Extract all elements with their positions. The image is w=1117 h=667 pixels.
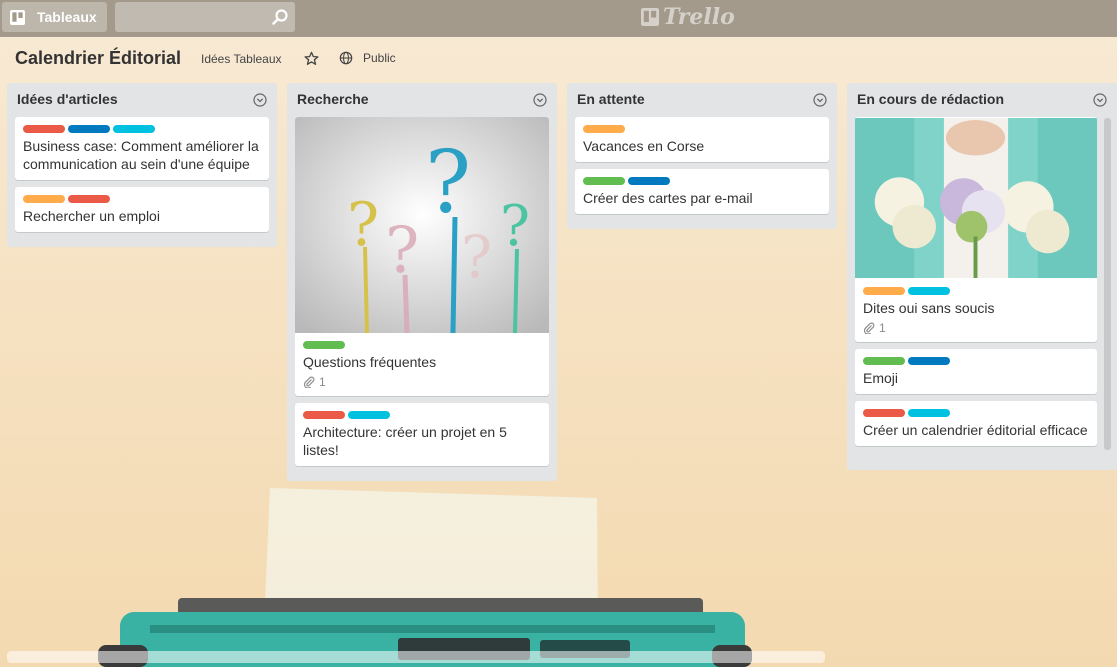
typewriter-background-image: [98, 488, 752, 667]
card-title: Emoji: [863, 370, 899, 386]
chevron-down-icon[interactable]: [533, 93, 547, 107]
list-title[interactable]: Recherche: [297, 91, 369, 107]
label-red: [303, 411, 345, 419]
card-labels: [863, 287, 1089, 295]
bridesmaids-bouquets-cover-image: [855, 117, 1097, 279]
card-labels: [583, 125, 821, 133]
card[interactable]: Rechercher un emploi: [15, 187, 269, 232]
trello-logo-text: Trello: [663, 4, 735, 30]
list-title[interactable]: Idées d'articles: [17, 91, 118, 107]
label-sky: [908, 287, 950, 295]
visibility-button[interactable]: Public: [339, 51, 396, 65]
card-title: Vacances en Corse: [583, 138, 705, 154]
card[interactable]: Emoji: [855, 349, 1097, 394]
card-labels: [23, 195, 261, 203]
label-sky: [908, 409, 950, 417]
svg-text:?: ?: [461, 223, 492, 291]
attachment-badge: 1: [863, 321, 1089, 335]
card[interactable]: Vacances en Corse: [575, 117, 829, 162]
top-bar: Tableaux Trello: [0, 0, 1117, 37]
chevron-down-icon[interactable]: [813, 93, 827, 107]
card-labels: [303, 341, 541, 349]
card-title: Rechercher un emploi: [23, 208, 160, 224]
label-green: [863, 357, 905, 365]
list-title[interactable]: En attente: [577, 91, 645, 107]
label-sky: [348, 411, 390, 419]
trello-logo-icon: [641, 8, 659, 26]
list-vertical-scrollbar[interactable]: [1104, 118, 1111, 450]
label-red: [23, 125, 65, 133]
search-input[interactable]: [115, 2, 295, 32]
list-en-cours-de-redaction: En cours de rédaction Dites oui sans sou…: [847, 83, 1117, 470]
trello-logo[interactable]: Trello: [641, 4, 735, 30]
attachment-count: 1: [879, 321, 886, 335]
card[interactable]: ? ? ? ? ? Questions fréquentes 1: [295, 117, 549, 396]
label-blue: [68, 125, 110, 133]
list-recherche: Recherche ? ? ? ? ? Questions fréquentes…: [287, 83, 557, 481]
board-team-link[interactable]: Idées Tableaux: [201, 52, 282, 66]
list-header: Recherche: [287, 83, 557, 117]
list-header: En attente: [567, 83, 837, 117]
svg-text:?: ?: [385, 214, 419, 288]
label-red: [863, 409, 905, 417]
label-sky: [113, 125, 155, 133]
label-green: [303, 341, 345, 349]
paperclip-icon: [303, 376, 315, 388]
card[interactable]: Business case: Comment améliorer la comm…: [15, 117, 269, 180]
label-orange: [583, 125, 625, 133]
visibility-label: Public: [363, 51, 396, 65]
paperclip-icon: [863, 322, 875, 334]
card-title: Questions fréquentes: [303, 354, 437, 370]
card-title: Business case: Comment améliorer la comm…: [23, 138, 259, 172]
star-icon[interactable]: [304, 51, 319, 66]
card[interactable]: Dites oui sans soucis 1: [855, 117, 1097, 342]
globe-icon: [339, 51, 353, 65]
boards-button[interactable]: Tableaux: [2, 2, 107, 32]
card-title: Créer un calendrier éditorial efficace: [863, 422, 1088, 438]
card-labels: [303, 411, 541, 419]
question-marks-cover-image: ? ? ? ? ?: [295, 117, 549, 333]
card-title: Dites oui sans soucis: [863, 300, 995, 316]
card-title: Créer des cartes par e-mail: [583, 190, 753, 206]
card[interactable]: Créer des cartes par e-mail: [575, 169, 829, 214]
svg-text:?: ?: [425, 133, 471, 233]
card[interactable]: Créer un calendrier éditorial efficace: [855, 401, 1097, 446]
label-green: [583, 177, 625, 185]
attachment-badge: 1: [303, 375, 541, 389]
card[interactable]: Architecture: créer un projet en 5 liste…: [295, 403, 549, 466]
card-labels: [23, 125, 261, 133]
card-labels: [863, 357, 1089, 365]
card-title: Architecture: créer un projet en 5 liste…: [303, 424, 507, 458]
list-title[interactable]: En cours de rédaction: [857, 91, 1004, 107]
label-orange: [23, 195, 65, 203]
card-labels: [583, 177, 821, 185]
label-blue: [628, 177, 670, 185]
chevron-down-icon[interactable]: [253, 93, 267, 107]
list-header: En cours de rédaction: [847, 83, 1117, 117]
list-en-attente: En attente Vacances en Corse Créer des c…: [567, 83, 837, 229]
boards-button-label: Tableaux: [37, 9, 97, 25]
board-title[interactable]: Calendrier Éditorial: [15, 48, 181, 69]
label-blue: [908, 357, 950, 365]
label-red: [68, 195, 110, 203]
chevron-down-icon[interactable]: [1093, 93, 1107, 107]
search-icon[interactable]: [271, 8, 289, 26]
label-orange: [863, 287, 905, 295]
list-header: Idées d'articles: [7, 83, 277, 117]
list-idees-d-articles: Idées d'articles Business case: Comment …: [7, 83, 277, 247]
boards-icon: [10, 9, 25, 25]
search-box[interactable]: [115, 2, 295, 32]
card-labels: [863, 409, 1089, 417]
attachment-count: 1: [319, 375, 326, 389]
board-horizontal-scrollbar[interactable]: [7, 651, 825, 663]
